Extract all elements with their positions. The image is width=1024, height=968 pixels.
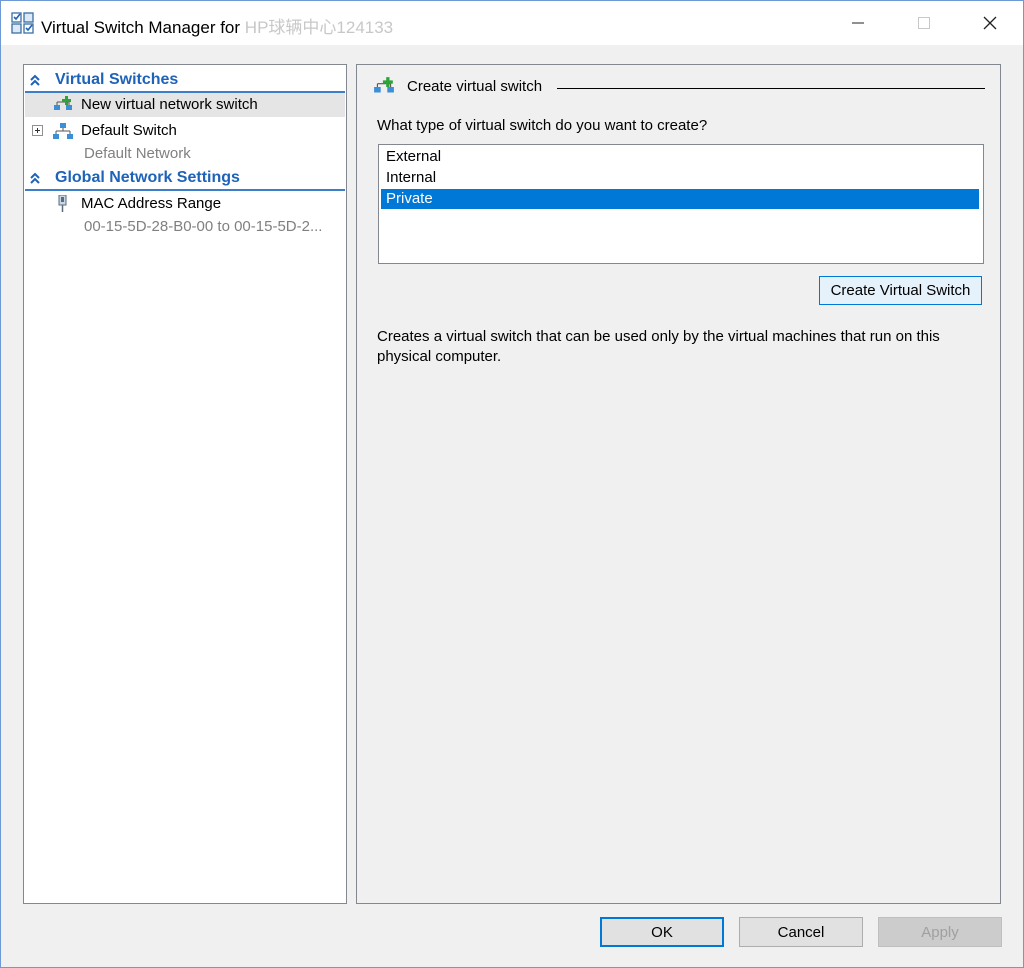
cancel-button[interactable]: Cancel: [739, 917, 863, 947]
window-title: Virtual Switch Manager for HP球辆中心124133: [41, 13, 393, 38]
minimize-button[interactable]: [835, 1, 881, 45]
minimize-icon: [852, 22, 864, 24]
create-virtual-switch-panel: Create virtual switch What type of virtu…: [356, 64, 1001, 904]
maximize-button[interactable]: [901, 1, 947, 45]
window-title-host: HP球辆中心124133: [244, 18, 394, 37]
virtual-switches-header-label: Virtual Switches: [55, 71, 179, 88]
double-chevron-up-icon: [30, 74, 40, 86]
window-title-text: Virtual Switch Manager for: [41, 18, 241, 37]
option-external[interactable]: External: [381, 147, 979, 167]
switch-type-listbox[interactable]: External Internal Private: [378, 144, 984, 264]
tree-item-label: New virtual network switch: [81, 96, 258, 113]
tree-item-label: Default Switch: [81, 122, 177, 139]
title-bar: Virtual Switch Manager for HP球辆中心124133: [1, 1, 1023, 45]
group-divider: [557, 88, 985, 89]
double-chevron-up-icon: [30, 172, 40, 184]
network-adapter-icon: [58, 195, 67, 212]
switch-type-question: What type of virtual switch do you want …: [377, 117, 708, 134]
option-private[interactable]: Private: [381, 189, 979, 209]
maximize-icon: [918, 17, 930, 29]
virtual-switch-manager-icon: [11, 12, 34, 34]
tree-item-mac-address-range[interactable]: MAC Address Range: [25, 192, 345, 216]
tree-item-new-virtual-switch[interactable]: New virtual network switch: [25, 93, 345, 117]
tree-item-default-switch[interactable]: Default Switch: [25, 119, 345, 143]
close-button[interactable]: [967, 1, 1013, 45]
global-network-settings-header-label: Global Network Settings: [55, 169, 240, 186]
group-title: Create virtual switch: [407, 78, 543, 95]
create-virtual-switch-button[interactable]: Create Virtual Switch: [819, 276, 982, 305]
expand-icon[interactable]: [32, 125, 43, 136]
global-network-settings-header[interactable]: Global Network Settings: [25, 167, 345, 191]
new-switch-icon: [374, 77, 394, 93]
close-icon: [983, 16, 997, 30]
apply-button[interactable]: Apply: [878, 917, 1002, 947]
default-switch-network-type: Default Network: [84, 145, 191, 162]
new-switch-icon: [54, 96, 72, 110]
network-switch-icon: [53, 123, 73, 139]
virtual-switch-manager-window: Virtual Switch Manager for HP球辆中心124133 …: [0, 0, 1024, 968]
switch-type-description: Creates a virtual switch that can be use…: [377, 328, 940, 365]
mac-address-range-value: 00-15-5D-28-B0-00 to 00-15-5D-2...: [84, 218, 323, 235]
switch-tree-pane: Virtual Switches New virtual network swi…: [23, 64, 347, 904]
ok-button[interactable]: OK: [600, 917, 724, 947]
option-internal[interactable]: Internal: [381, 168, 979, 188]
virtual-switches-header[interactable]: Virtual Switches: [25, 69, 345, 93]
tree-item-label: MAC Address Range: [81, 195, 222, 212]
